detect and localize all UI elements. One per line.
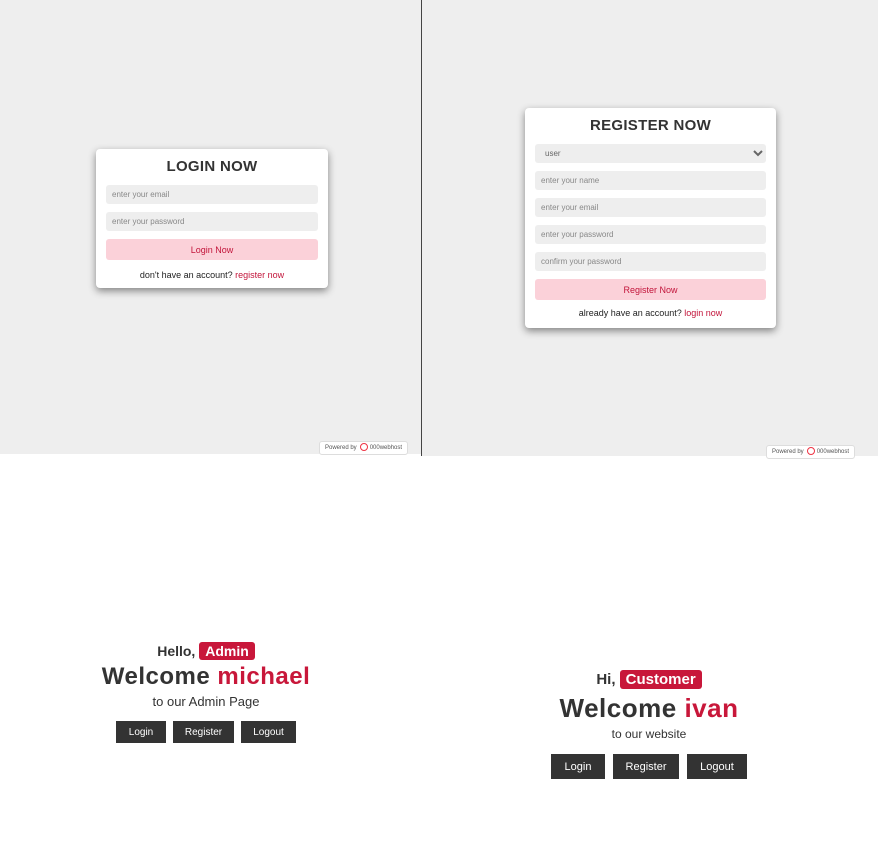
login-email-input[interactable] xyxy=(106,185,318,204)
customer-welcome-heading: Welcome ivan xyxy=(538,693,760,724)
login-now-button[interactable]: Login Now xyxy=(106,239,318,260)
register-name-input[interactable] xyxy=(535,171,766,190)
register-email-input[interactable] xyxy=(535,198,766,217)
admin-logout-button[interactable]: Logout xyxy=(241,721,296,743)
customer-login-button[interactable]: Login xyxy=(551,754,605,779)
admin-greeting-line: Hello, Admin xyxy=(100,640,312,662)
customer-welcome: Hi, Customer Welcome ivan to our website… xyxy=(538,668,760,779)
powered-brand: 000webhost xyxy=(369,445,403,451)
admin-button-row: Login Register Logout xyxy=(100,721,312,743)
customer-greeting: Hi, xyxy=(596,671,616,688)
login-footer: don't have an account? register now xyxy=(106,270,318,280)
login-form: LOGIN NOW Login Now don't have an accoun… xyxy=(96,149,328,288)
customer-welcome-text: Welcome xyxy=(559,693,677,723)
admin-login-button[interactable]: Login xyxy=(116,721,166,743)
webhost-logo-icon xyxy=(359,443,368,452)
admin-role-badge: Admin xyxy=(199,642,255,660)
register-title: REGISTER NOW xyxy=(589,117,712,134)
admin-welcome-heading: Welcome michael xyxy=(100,663,312,691)
customer-role-badge: Customer xyxy=(619,670,702,689)
admin-welcome: Hello, Admin Welcome michael to our Admi… xyxy=(100,640,312,743)
register-now-button[interactable]: Register Now xyxy=(535,279,766,300)
customer-register-button[interactable]: Register xyxy=(613,754,679,779)
customer-button-row: Login Register Logout xyxy=(538,754,760,779)
login-title: LOGIN NOW xyxy=(166,158,258,175)
powered-by-badge[interactable]: Powered by 000webhost xyxy=(766,445,856,459)
login-now-link[interactable]: login now xyxy=(684,308,722,318)
admin-subtitle: to our Admin Page xyxy=(152,694,260,709)
login-panel: LOGIN NOW Login Now don't have an accoun… xyxy=(0,0,421,455)
register-footer: already have an account? login now xyxy=(535,308,766,318)
register-panel: REGISTER NOW user Register Now already h… xyxy=(422,0,878,459)
admin-welcome-text: Welcome xyxy=(101,663,211,690)
login-footer-text: don't have an account? xyxy=(139,270,233,280)
customer-greeting-line: Hi, Customer xyxy=(538,668,760,691)
register-footer-text: already have an account? xyxy=(578,308,682,318)
powered-brand: 000webhost xyxy=(816,449,850,455)
register-form: REGISTER NOW user Register Now already h… xyxy=(525,108,776,328)
customer-logout-button[interactable]: Logout xyxy=(687,754,747,779)
user-type-select[interactable]: user xyxy=(535,144,766,163)
login-password-input[interactable] xyxy=(106,212,318,231)
customer-subtitle: to our website xyxy=(611,727,687,741)
admin-greeting: Hello, xyxy=(157,643,196,659)
customer-username: ivan xyxy=(684,693,739,723)
admin-username: michael xyxy=(217,663,311,690)
powered-by-text: Powered by xyxy=(325,445,357,451)
register-confirm-input[interactable] xyxy=(535,252,766,271)
powered-by-text: Powered by xyxy=(772,449,804,455)
register-now-link[interactable]: register now xyxy=(235,270,284,280)
powered-by-badge[interactable]: Powered by 000webhost xyxy=(319,441,409,455)
webhost-logo-icon xyxy=(806,447,815,456)
admin-register-button[interactable]: Register xyxy=(173,721,234,743)
register-password-input[interactable] xyxy=(535,225,766,244)
